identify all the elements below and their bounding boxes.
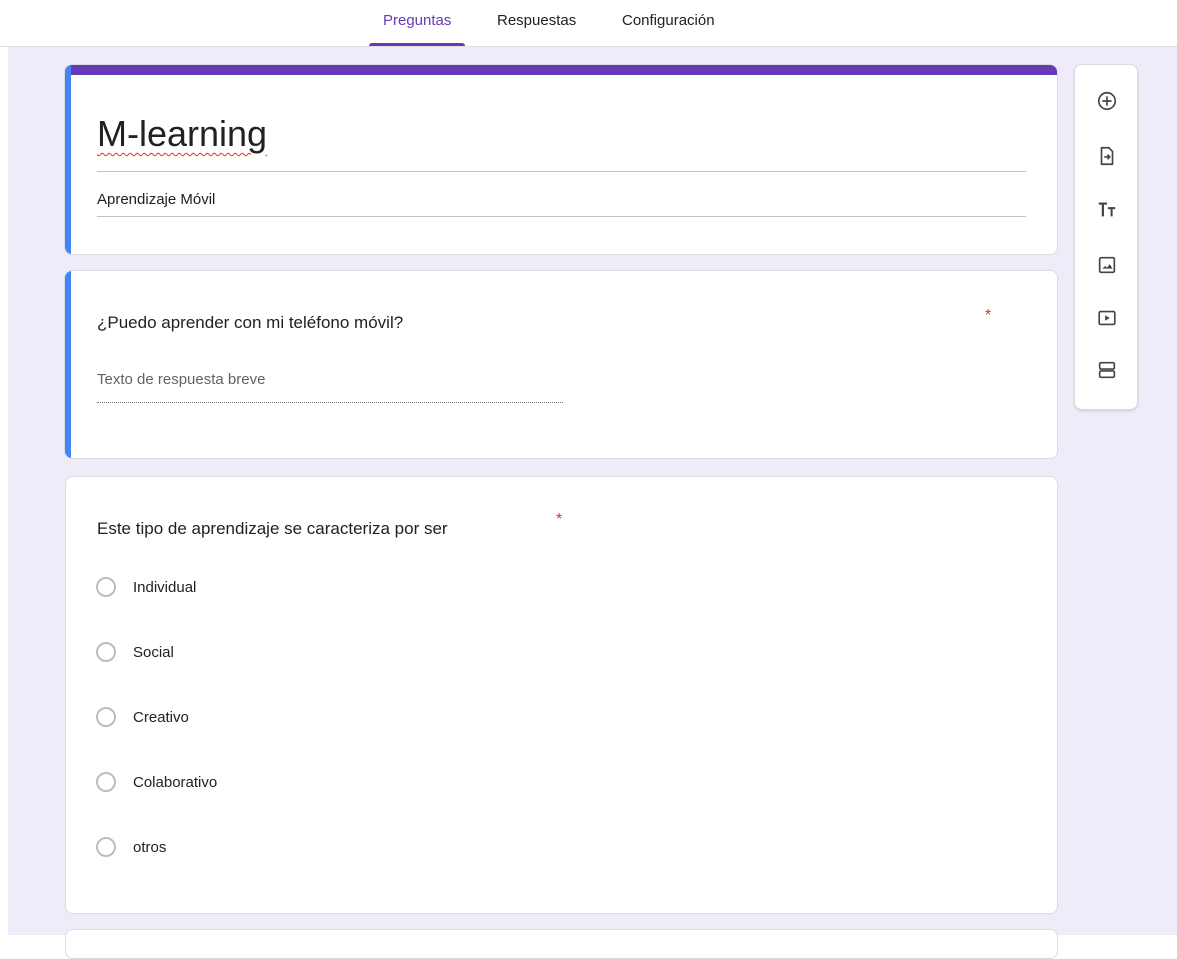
short-answer-field: Texto de respuesta breve (97, 371, 563, 403)
radio-button[interactable] (96, 577, 116, 597)
floating-toolbar (1074, 64, 1138, 410)
add-question-icon[interactable] (1095, 89, 1119, 113)
radio-button[interactable] (96, 642, 116, 662)
title-divider (97, 171, 1026, 172)
tab-preguntas[interactable]: Preguntas (369, 12, 466, 46)
option-colaborativo[interactable]: Colaborativo (96, 768, 217, 796)
import-questions-icon[interactable] (1095, 144, 1119, 168)
question-title: ¿Puedo aprender con mi teléfono móvil? (97, 313, 404, 332)
option-otros[interactable]: otros (96, 833, 166, 861)
option-label: Social (133, 643, 174, 661)
radio-button[interactable] (96, 772, 116, 792)
tab-configuracion[interactable]: Configuración (622, 12, 715, 46)
question-card-multiple-choice[interactable]: Este tipo de aprendizaje se caracteriza … (65, 476, 1058, 914)
option-label: Colaborativo (133, 773, 218, 791)
next-question-card[interactable] (65, 929, 1058, 959)
option-social[interactable]: Social (96, 638, 174, 666)
add-image-icon[interactable] (1095, 253, 1119, 277)
required-asterisk: * (985, 307, 992, 324)
tab-configuracion-label: Configuración (622, 12, 715, 29)
add-video-icon[interactable] (1095, 306, 1119, 330)
tab-respuestas-label: Respuestas (497, 12, 577, 29)
required-asterisk: * (556, 511, 563, 528)
tab-respuestas[interactable]: Respuestas (497, 12, 576, 46)
option-individual[interactable]: Individual (96, 573, 196, 601)
radio-button[interactable] (96, 707, 116, 727)
option-label: Creativo (133, 708, 189, 726)
option-label: Individual (133, 578, 197, 596)
form-header-card[interactable]: M-learning Aprendizaje Móvil (64, 64, 1058, 255)
option-label: otros (133, 838, 167, 856)
form-description[interactable]: Aprendizaje Móvil (97, 191, 215, 208)
header-selected-accent (65, 65, 71, 254)
radio-button[interactable] (96, 837, 116, 857)
add-title-icon[interactable] (1095, 198, 1119, 222)
tab-preguntas-label: Preguntas (383, 12, 452, 29)
question-selected-accent (65, 271, 71, 458)
add-section-icon[interactable] (1095, 358, 1119, 382)
active-tab-indicator (369, 43, 466, 46)
description-divider (97, 216, 1026, 217)
header-top-accent (65, 65, 1057, 75)
option-creativo[interactable]: Creativo (96, 703, 189, 731)
question-card-short-answer[interactable]: ¿Puedo aprender con mi teléfono móvil? *… (64, 270, 1058, 459)
top-tab-bar: Preguntas Respuestas Configuración (0, 0, 1177, 47)
form-title[interactable]: M-learning (97, 113, 267, 155)
short-answer-placeholder: Texto de respuesta breve (97, 371, 266, 388)
question-title: Este tipo de aprendizaje se caracteriza … (97, 519, 448, 538)
